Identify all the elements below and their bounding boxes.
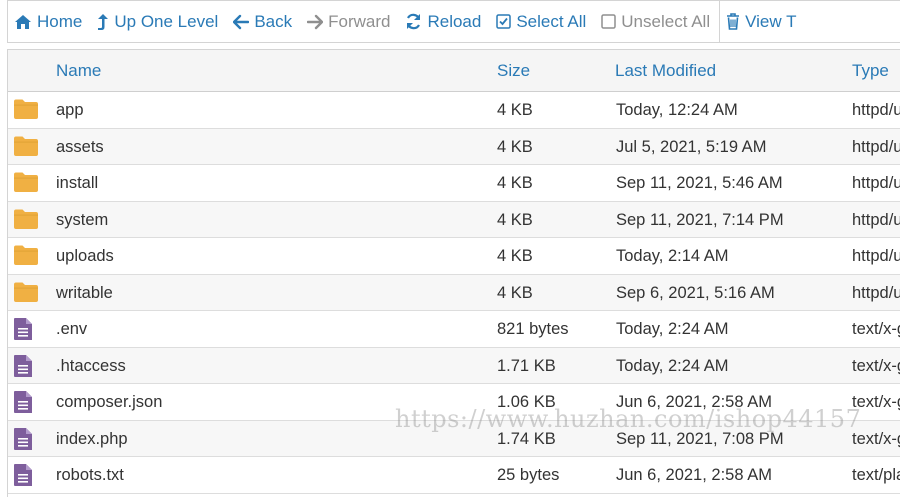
file-name: app: [56, 101, 84, 119]
up-one-level-label: Up One Level: [114, 11, 219, 31]
arrow-right-icon: [307, 14, 324, 29]
back-button-label: Back: [254, 11, 293, 31]
folder-icon: [14, 99, 38, 121]
home-button-label: Home: [37, 11, 83, 31]
reload-button-label: Reload: [427, 11, 482, 31]
file-type: httpd/u: [852, 247, 900, 265]
file-icon: [14, 391, 32, 413]
table-row[interactable]: .htaccess 1.71 KB Today, 2:24 AM text/x-g: [8, 347, 900, 384]
file-name: .htaccess: [56, 356, 126, 375]
table-row[interactable]: assets 4 KB Jul 5, 2021, 5:19 AM httpd/u: [8, 128, 900, 165]
file-type: httpd/u: [852, 137, 900, 156]
table-row[interactable]: system 4 KB Sep 11, 2021, 7:14 PM httpd/u: [8, 201, 900, 238]
file-last-modified: Sep 6, 2021, 5:16 AM: [616, 283, 775, 302]
arrow-left-icon: [233, 14, 250, 29]
file-icon: [14, 464, 32, 486]
table-row[interactable]: composer.json 1.06 KB Jun 6, 2021, 2:58 AM…: [8, 384, 900, 421]
file-type: httpd/u: [852, 283, 900, 302]
file-size: 4 KB: [497, 283, 533, 302]
folder-icon: [14, 282, 38, 304]
file-size: 821 bytes: [497, 320, 569, 338]
unselect-all-label: Unselect All: [621, 11, 711, 31]
file-size: 25 bytes: [497, 466, 560, 484]
file-name: .env: [56, 320, 88, 338]
table-row[interactable]: .env 821 bytes Today, 2:24 AM text/x-g: [8, 311, 900, 348]
folder-icon: [14, 209, 38, 231]
home-icon: [15, 14, 31, 29]
table-row[interactable]: app 4 KB Today, 12:24 AM httpd/u: [8, 92, 900, 129]
table-body: app 4 KB Today, 12:24 AM httpd/u assets 4 KB…: [8, 92, 900, 494]
file-list-table: Name Size Last Modified Type app 4 KB Toda…: [7, 49, 900, 497]
file-name: uploads: [56, 247, 114, 265]
file-last-modified: Today, 2:24 AM: [616, 320, 729, 338]
file-icon: [14, 318, 32, 340]
select-all-label: Select All: [516, 11, 587, 31]
forward-button-label: Forward: [328, 11, 391, 31]
file-last-modified: Today, 2:24 AM: [616, 356, 729, 375]
table-row[interactable]: writable 4 KB Sep 6, 2021, 5:16 AM httpd/u: [8, 274, 900, 311]
table-row[interactable]: install 4 KB Sep 11, 2021, 5:46 AM httpd/u: [8, 165, 900, 202]
file-name: assets: [56, 137, 104, 156]
file-type: text/pla: [852, 466, 900, 484]
file-type: text/x-g: [852, 320, 900, 338]
size-column-header[interactable]: Size: [497, 50, 530, 91]
reload-button[interactable]: Reload: [399, 1, 490, 42]
file-size: 1.74 KB: [497, 429, 556, 448]
select-all-button[interactable]: Select All: [490, 1, 595, 42]
file-size: 4 KB: [497, 210, 533, 229]
up-one-level-button[interactable]: Up One Level: [91, 1, 227, 42]
file-type: text/x-g: [852, 429, 900, 448]
file-size: 4 KB: [497, 101, 533, 119]
last-modified-column-header[interactable]: Last Modified: [615, 50, 716, 91]
table-row[interactable]: robots.txt 25 bytes Jun 6, 2021, 2:58 AM te…: [8, 457, 900, 494]
file-icon: [14, 354, 32, 377]
file-type: text/x-g: [852, 356, 900, 375]
file-size: 4 KB: [497, 137, 533, 156]
file-type: text/x-g: [852, 393, 900, 411]
folder-icon: [14, 172, 38, 194]
level-up-icon: [98, 13, 109, 30]
file-last-modified: Sep 11, 2021, 7:08 PM: [616, 429, 784, 448]
back-button[interactable]: Back: [227, 1, 301, 42]
table-header: Name Size Last Modified Type: [8, 50, 900, 92]
file-last-modified: Today, 2:14 AM: [616, 247, 729, 265]
file-last-modified: Sep 11, 2021, 7:14 PM: [616, 210, 784, 229]
file-name: composer.json: [56, 393, 163, 411]
file-size: 1.06 KB: [497, 393, 556, 411]
view-trash-button[interactable]: View T: [720, 1, 805, 42]
file-type: httpd/u: [852, 101, 900, 119]
file-type: httpd/u: [852, 174, 900, 192]
unselect-all-button[interactable]: Unselect All: [595, 1, 719, 42]
file-last-modified: Jun 6, 2021, 2:58 AM: [616, 393, 772, 411]
file-name: install: [56, 174, 99, 192]
type-column-header[interactable]: Type: [852, 50, 889, 91]
file-name: writable: [56, 283, 113, 302]
file-icon: [14, 427, 32, 450]
checkbox-empty-icon: [601, 14, 617, 29]
file-type: httpd/u: [852, 210, 900, 229]
file-last-modified: Jun 6, 2021, 2:58 AM: [616, 466, 772, 484]
table-row[interactable]: uploads 4 KB Today, 2:14 AM httpd/u: [8, 238, 900, 275]
file-name: robots.txt: [56, 466, 124, 484]
file-last-modified: Today, 12:24 AM: [616, 101, 738, 119]
checkbox-checked-icon: [496, 14, 512, 29]
file-name: index.php: [56, 429, 128, 448]
folder-icon: [14, 136, 38, 158]
file-size: 4 KB: [497, 247, 533, 265]
home-button[interactable]: Home: [8, 1, 91, 42]
file-size: 1.71 KB: [497, 356, 556, 375]
table-row[interactable]: index.php 1.74 KB Sep 11, 2021, 7:08 PM tex…: [8, 420, 900, 457]
file-last-modified: Jul 5, 2021, 5:19 AM: [616, 137, 767, 156]
file-last-modified: Sep 11, 2021, 5:46 AM: [616, 174, 783, 192]
trash-icon: [727, 13, 740, 30]
file-name: system: [56, 210, 109, 229]
forward-button[interactable]: Forward: [301, 1, 399, 42]
file-size: 4 KB: [497, 174, 533, 192]
file-manager-toolbar: Home Up One Level Back Forward Reload Se…: [7, 0, 900, 43]
view-trash-label: View T: [745, 11, 797, 31]
name-column-header[interactable]: Name: [56, 50, 101, 91]
folder-icon: [14, 245, 38, 267]
reload-icon: [407, 13, 421, 30]
